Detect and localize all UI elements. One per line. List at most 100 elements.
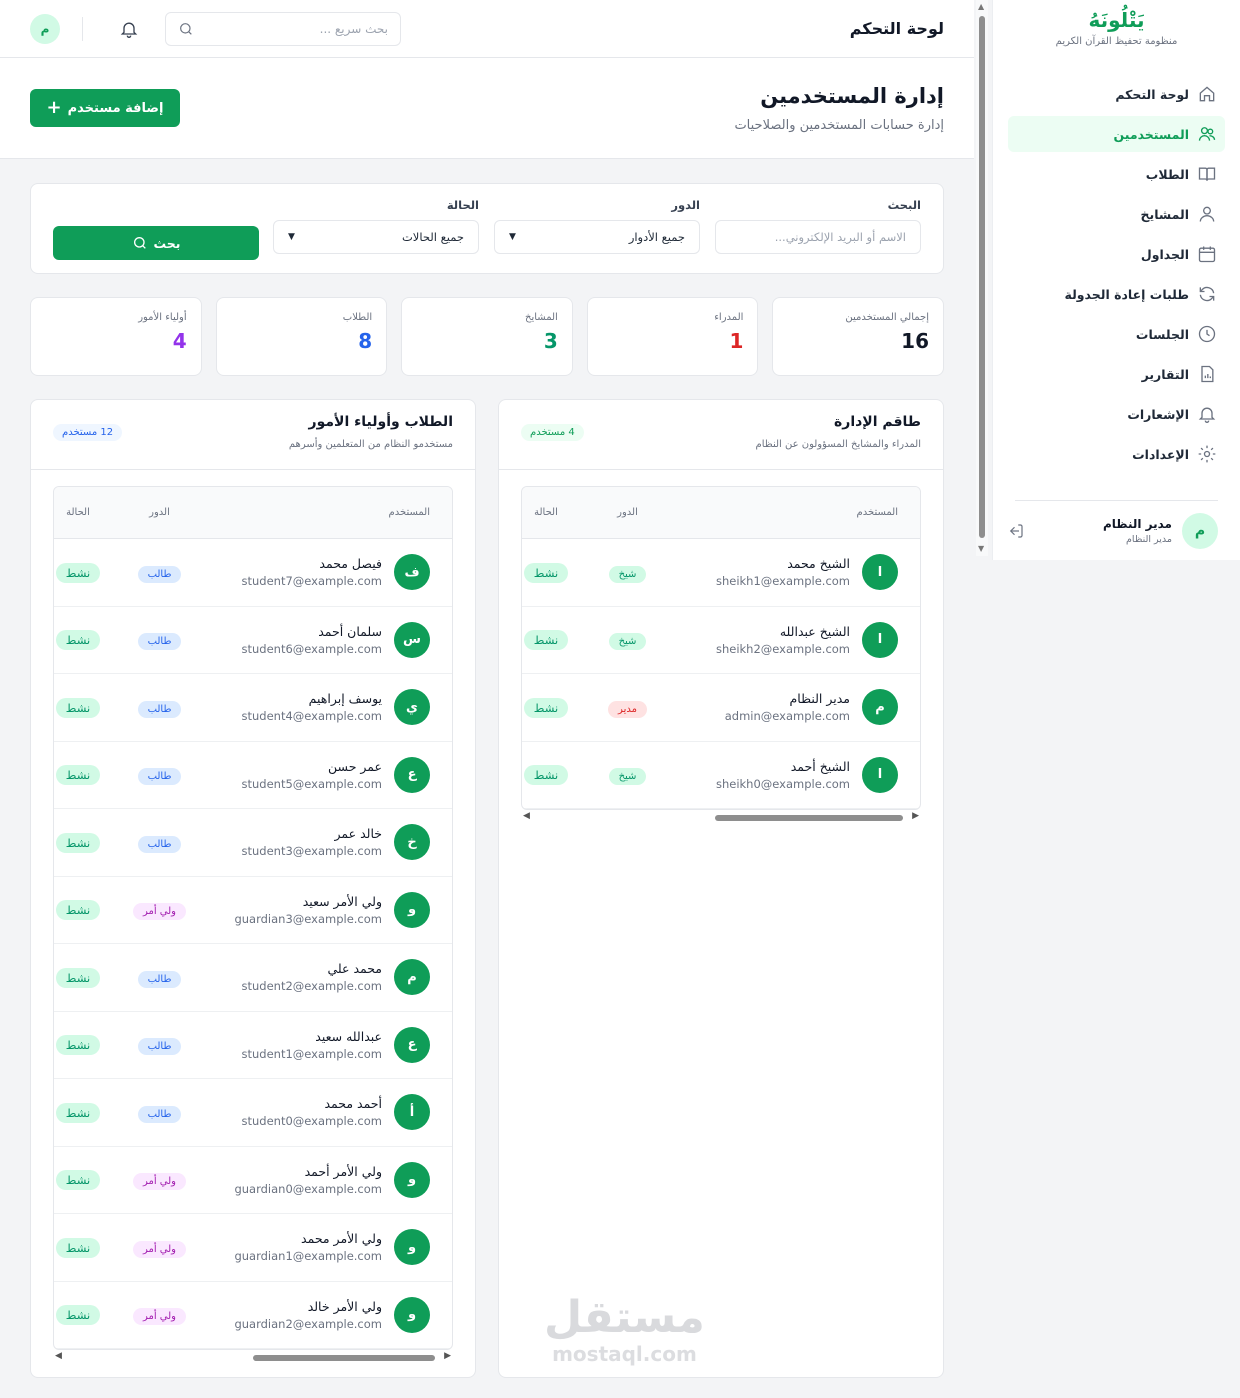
role-badge: طالب	[137, 633, 182, 651]
table-row[interactable]: و ولي الأمر سعيد guardian3@example.com ولي …	[54, 877, 452, 944]
column-status[interactable]: الحالة	[54, 507, 102, 518]
table-row[interactable]: و ولي الأمر أحمد guardian0@example.com ولي …	[54, 1147, 452, 1214]
filters-card: البحث الاسم أو البريد الإلكتروني... الدو…	[30, 183, 944, 274]
sidebar-item-3[interactable]: الطلاب	[1008, 156, 1225, 192]
role-badge: ولي أمر	[132, 1308, 187, 1326]
user-email: student7@example.com	[241, 574, 383, 589]
scroll-thumb[interactable]	[715, 815, 903, 821]
role-badge: طالب	[137, 1038, 182, 1056]
avatar: م	[862, 689, 898, 726]
role-badge: مدير	[608, 700, 647, 718]
sidebar-item-4[interactable]: المشايخ	[1008, 196, 1225, 232]
sidebar-item-label: الجلسات	[1135, 326, 1189, 342]
user-role: مدير النظام	[1126, 533, 1172, 545]
user-cell: أ أحمد محمد student0@example.com	[217, 1094, 452, 1131]
role-cell: طالب	[102, 1034, 217, 1056]
scroll-left-icon[interactable]: ◀	[55, 1351, 62, 1361]
sidebar-item-7[interactable]: الجلسات	[1008, 316, 1225, 352]
status-cell: نشط	[522, 562, 570, 583]
user-info: الشيخ محمد sheikh1@example.com	[716, 556, 850, 588]
scroll-thumb[interactable]	[979, 16, 985, 538]
bell-icon[interactable]	[119, 19, 139, 39]
column-status[interactable]: الحالة	[522, 507, 570, 518]
sidebar-item-10[interactable]: الإعدادات	[1008, 436, 1225, 472]
table-row[interactable]: م محمد علي student2@example.com طالب نشط	[54, 944, 452, 1012]
sidebar-item-8[interactable]: التقارير	[1008, 356, 1225, 392]
logout-icon[interactable]	[1007, 522, 1025, 540]
user-info: فيصل محمد student7@example.com	[242, 556, 383, 588]
avatar: و	[394, 1296, 430, 1333]
user-info: ولي الأمر سعيد guardian3@example.com	[234, 894, 382, 926]
panel-title: الطلاب وأولياء الأمور	[308, 414, 453, 430]
avatar: و	[394, 1229, 430, 1266]
column-user[interactable]: المستخدم	[685, 507, 920, 518]
avatar: م	[394, 959, 430, 996]
user-email: student6@example.com	[241, 641, 383, 656]
user-name: ولي الأمر سعيد	[302, 893, 382, 909]
table-row[interactable]: خ خالد عمر student3@example.com طالب نشط	[54, 809, 452, 877]
user-info: سلمان أحمد student6@example.com	[242, 624, 383, 656]
column-role[interactable]: الدور	[570, 507, 685, 518]
user-name: يوسف إبراهيم	[308, 691, 382, 707]
table-row[interactable]: ع عمر حسن student5@example.com طالب نشط	[54, 742, 452, 809]
sidebar-item-1[interactable]: لوحة التحكم	[1008, 76, 1225, 112]
search-icon	[133, 237, 146, 249]
filter-status-label: الحالة	[446, 198, 479, 212]
user-icon	[1199, 206, 1215, 222]
search-field[interactable]: الاسم أو البريد الإلكتروني...	[715, 220, 921, 254]
status-badge: نشط	[55, 1102, 101, 1123]
role-cell: طالب	[102, 832, 217, 853]
search-button[interactable]: بحث	[53, 226, 259, 260]
add-user-button[interactable]: إضافة مستخدم +	[30, 89, 180, 127]
table-row[interactable]: ا الشيخ محمد sheikh1@example.com شيخ نشط	[522, 539, 920, 607]
quick-search-input[interactable]: بحث سريع ...	[165, 11, 401, 46]
scroll-up-icon[interactable]: ▲	[978, 2, 984, 11]
role-cell: شيخ	[570, 562, 685, 583]
table-row[interactable]: أ أحمد محمد student0@example.com طالب نشط	[54, 1079, 452, 1147]
table-scrollbar[interactable]: ◀ ▶	[53, 1350, 453, 1366]
app-root: يَتْلُونَهُ منظومة تحفيظ القرآن الكريم ل…	[0, 0, 1240, 1398]
scroll-down-icon[interactable]: ▼	[978, 544, 984, 553]
scroll-right-icon[interactable]: ▶	[444, 1351, 451, 1361]
table-row[interactable]: س سلمان أحمد student6@example.com طالب نشط	[54, 607, 452, 674]
avatar: و	[394, 1161, 430, 1198]
status-select[interactable]: جميع الحالات ▼	[273, 220, 479, 254]
stat-value: 8	[358, 329, 373, 353]
table-row[interactable]: ف فيصل محمد student7@example.com طالب نشط	[54, 539, 452, 607]
scroll-left-icon[interactable]: ◀	[523, 811, 530, 821]
table-row[interactable]: و ولي الأمر محمد guardian1@example.com ولي …	[54, 1214, 452, 1282]
admin-panel: طاقم الإدارة المدراء والمشايخ المسؤولون ع…	[498, 399, 944, 1378]
role-select[interactable]: جميع الأدوار ▼	[494, 220, 700, 254]
topbar: لوحة التحكم بحث سريع ... م	[0, 0, 974, 58]
page-scrollbar[interactable]: ▲ ▼	[976, 0, 988, 556]
sidebar-item-2[interactable]: المستخدمين	[1008, 116, 1225, 152]
stat-value: 16	[901, 329, 929, 353]
scroll-thumb[interactable]	[253, 1355, 435, 1361]
status-cell: نشط	[54, 832, 102, 853]
sidebar-item-9[interactable]: الإشعارات	[1008, 396, 1225, 432]
table-scrollbar[interactable]: ◀ ▶	[521, 810, 921, 826]
user-cell: ف فيصل محمد student7@example.com	[217, 554, 452, 591]
column-role[interactable]: الدور	[102, 507, 217, 518]
table-row[interactable]: و ولي الأمر خالد guardian2@example.com ولي …	[54, 1282, 452, 1349]
table-row[interactable]: ا الشيخ عبدالله sheikh2@example.com شيخ نشط	[522, 607, 920, 674]
user-cell: ا الشيخ أحمد sheikh0@example.com	[685, 756, 920, 793]
scroll-right-icon[interactable]: ▶	[912, 811, 919, 821]
sidebar-item-5[interactable]: الجداول	[1008, 236, 1225, 272]
user-info: ولي الأمر خالد guardian2@example.com	[234, 1299, 382, 1331]
logo-subtitle: منظومة تحفيظ القرآن الكريم	[1055, 36, 1178, 47]
stat-label: المشايخ	[525, 312, 558, 323]
user-info: ولي الأمر أحمد guardian0@example.com	[234, 1164, 382, 1196]
user-cell: م محمد علي student2@example.com	[217, 959, 452, 996]
table-row[interactable]: ي يوسف إبراهيم student4@example.com طالب نشط	[54, 674, 452, 742]
avatar[interactable]: م	[30, 13, 60, 44]
user-name: عمر حسن	[328, 758, 382, 774]
table-row[interactable]: ع عبدالله سعيد student1@example.com طالب نشط	[54, 1012, 452, 1079]
page-title-block: إدارة المستخدمين إدارة حسابات المستخدمين…	[734, 84, 944, 133]
table-row[interactable]: ا الشيخ أحمد sheikh0@example.com شيخ نشط	[522, 742, 920, 809]
stat-value: 3	[543, 329, 558, 353]
stat-label: الطلاب	[342, 312, 373, 323]
table-row[interactable]: م مدير النظام admin@example.com مدير نشط	[522, 674, 920, 742]
column-user[interactable]: المستخدم	[217, 507, 452, 518]
sidebar-item-6[interactable]: طلبات إعادة الجدولة	[1008, 276, 1225, 312]
